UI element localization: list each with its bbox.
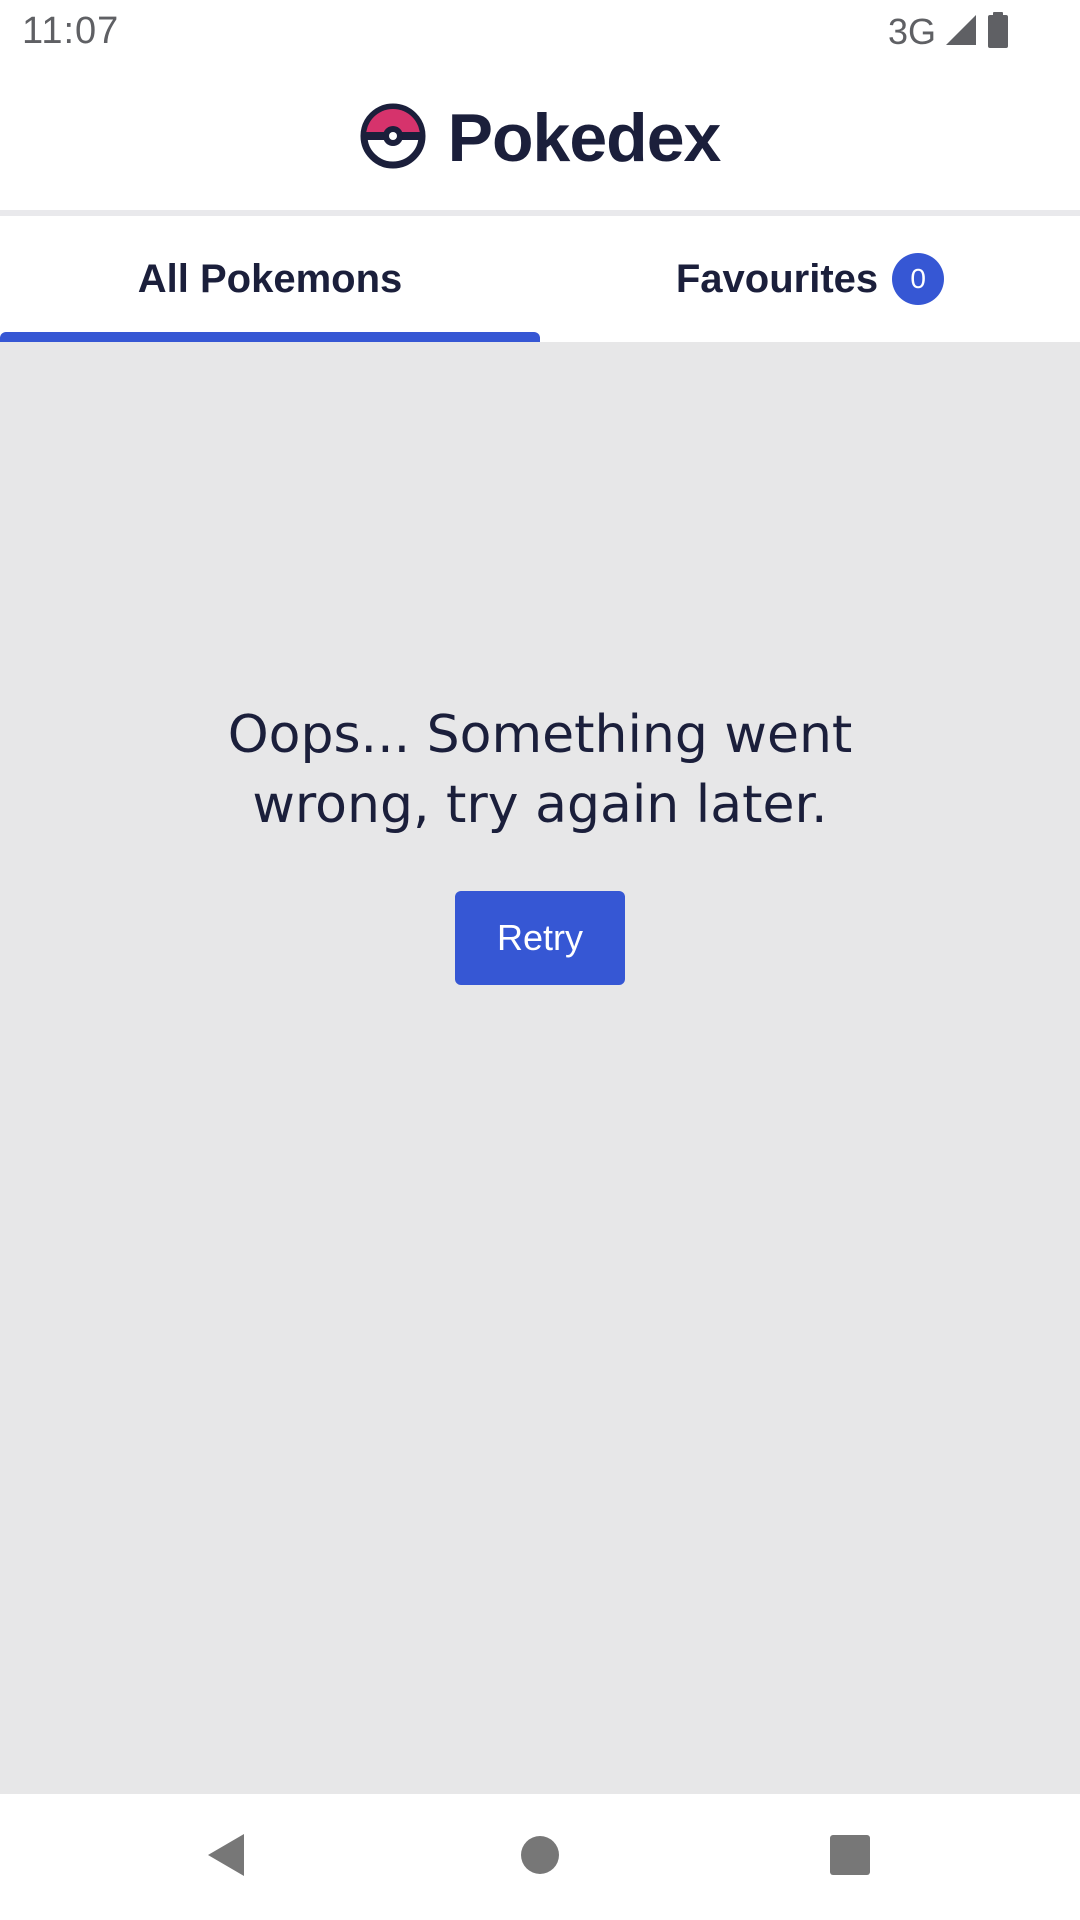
main-content: Oops... Something went wrong, try again … [0,342,1080,1794]
app-title: Pokedex [447,100,722,176]
home-button[interactable] [470,1794,610,1920]
signal-icon [944,13,978,52]
tab-bar: All Pokemons Favourites 0 [0,216,1080,342]
system-nav-bar [0,1794,1080,1920]
status-indicators: 3G [887,11,1010,53]
recents-icon [830,1834,870,1880]
tab-label: All Pokemons [137,256,403,301]
favourites-count-badge: 0 [892,253,945,305]
status-time: 11:07 [22,10,120,52]
back-icon [204,1832,248,1883]
tab-all-pokemons[interactable]: All Pokemons [0,216,540,342]
tab-label: Favourites [675,256,879,301]
tab-favourites[interactable]: Favourites 0 [540,216,1080,342]
battery-icon [986,11,1010,53]
home-icon [520,1835,560,1880]
app-header: Pokedex [0,64,1080,212]
retry-button[interactable]: Retry [455,891,625,985]
error-message: Oops... Something went wrong, try again … [227,705,853,835]
back-button[interactable] [156,1794,296,1920]
status-bar: 11:07 3G [0,0,1080,64]
recents-button[interactable] [780,1794,920,1920]
network-type: 3G [887,11,936,52]
pokeball-icon [360,103,426,174]
active-tab-indicator [0,332,540,342]
